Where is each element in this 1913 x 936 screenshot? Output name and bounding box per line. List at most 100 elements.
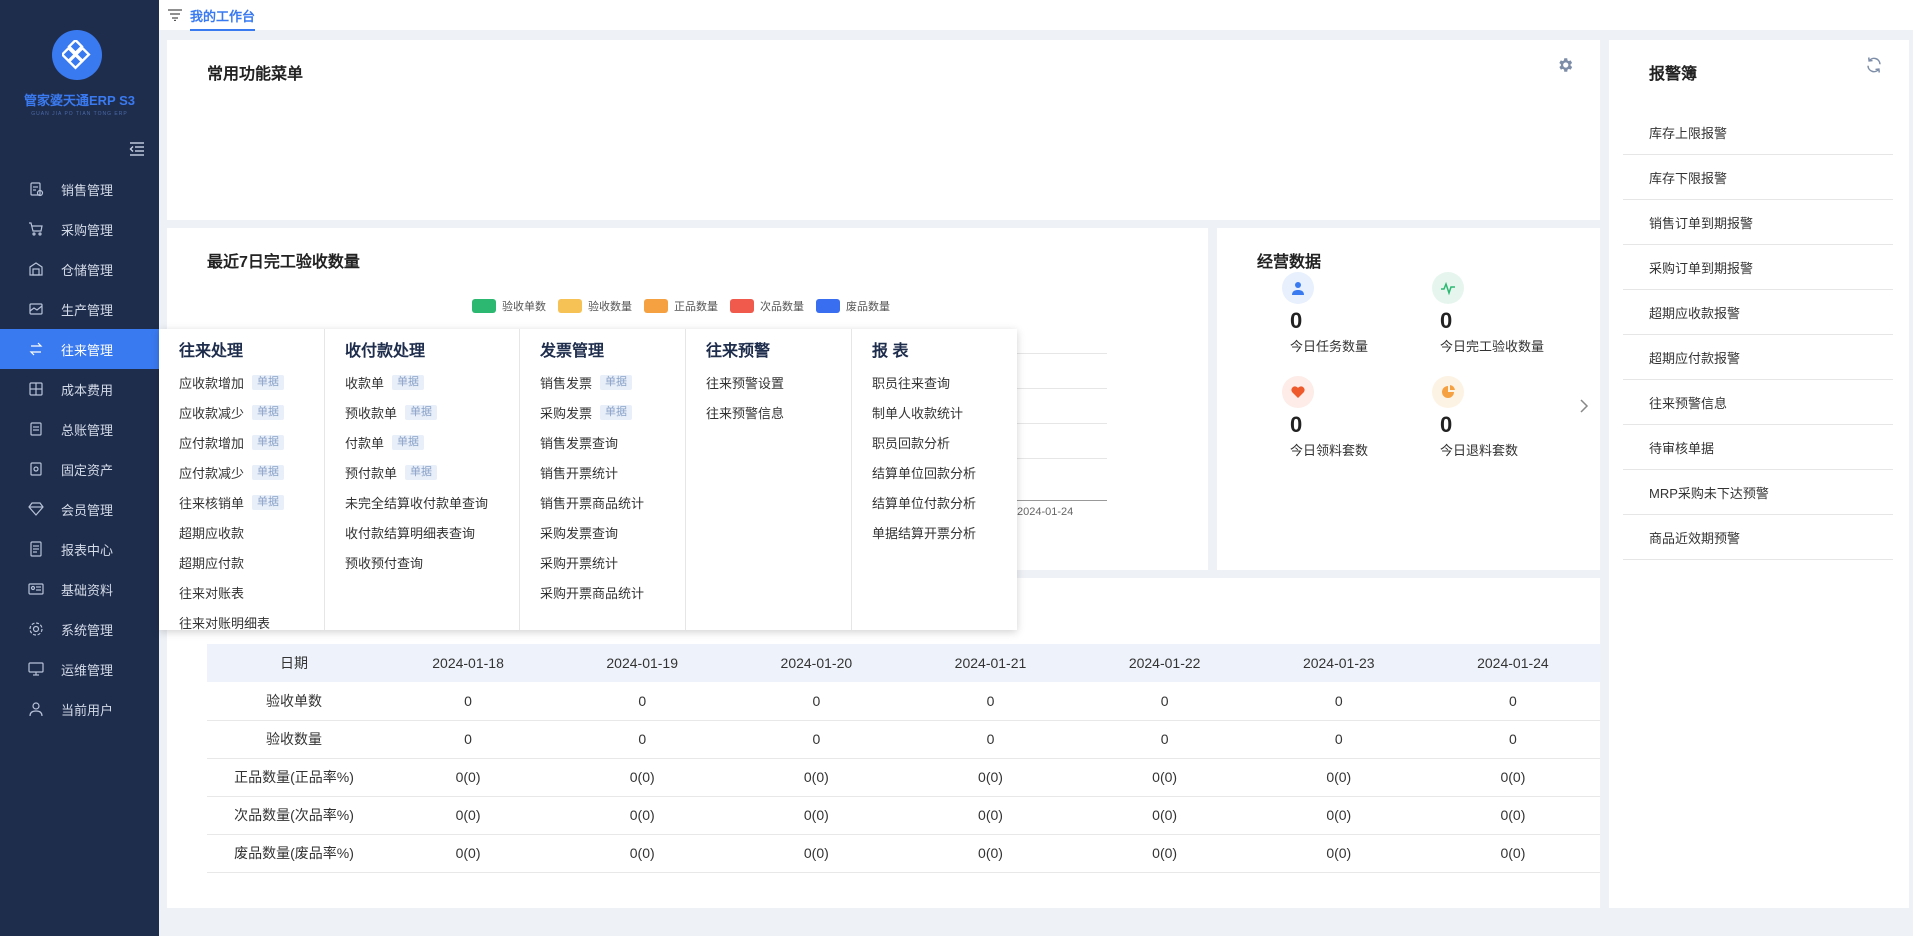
dropdown-menu-item[interactable]: 采购开票统计 <box>540 547 685 577</box>
table-row: 正品数量(正品率%) 0(0) 0(0) 0(0) 0(0) 0(0) 0(0) 0(0) <box>207 758 1600 797</box>
alarm-item[interactable]: MRP采购未下达预警 <box>1623 470 1893 515</box>
sidebar-item-ledger[interactable]: 总账管理 <box>0 409 159 449</box>
menu-item-label: 付款单 <box>345 435 385 451</box>
filter-icon[interactable] <box>168 9 182 21</box>
dropdown-menu-item[interactable]: 采购发票 单据 <box>540 397 685 427</box>
table-cell: 验收单数 <box>207 682 381 721</box>
dropdown-menu-item[interactable]: 付款单 单据 <box>345 427 519 457</box>
alarm-item[interactable]: 待审核单据 <box>1623 425 1893 470</box>
sidebar-item-report[interactable]: 报表中心 <box>0 529 159 569</box>
chart-gridline <box>1007 353 1107 354</box>
app-subtitle: GUAN JIA PO TIAN TONG ERP <box>31 111 128 117</box>
dropdown-column-title: 发票管理 <box>540 343 605 360</box>
dropdown-menu-item[interactable]: 制单人收款统计 <box>872 397 1017 427</box>
dropdown-menu-item[interactable]: 应付款减少 单据 <box>179 457 324 487</box>
menu-item-label: 制单人收款统计 <box>872 405 964 421</box>
menu-item-label: 超期应收款 <box>179 525 245 541</box>
table-cell: 0(0) <box>1425 758 1600 797</box>
alarm-item[interactable]: 往来预警信息 <box>1623 380 1893 425</box>
dropdown-menu-item[interactable]: 往来核销单 单据 <box>179 487 324 517</box>
sidebar-item-label: 会员管理 <box>61 502 114 518</box>
dropdown-menu-item[interactable]: 结算单位回款分析 <box>872 457 1017 487</box>
dropdown-menu-item[interactable]: 应收款减少 单据 <box>179 397 324 427</box>
sidebar-item-production[interactable]: 生产管理 <box>0 289 159 329</box>
legend-item[interactable]: 废品数量 <box>816 298 890 314</box>
sidebar-item-sales[interactable]: 销售管理 <box>0 169 159 209</box>
menu-collapse-icon[interactable] <box>128 140 146 158</box>
sidebar-item-exchange[interactable]: 往来管理 <box>0 329 159 369</box>
alarm-item[interactable]: 超期应收款报警 <box>1623 290 1893 335</box>
dropdown-menu-item[interactable]: 往来对账明细表 <box>179 607 324 637</box>
dropdown-menu-item[interactable]: 销售开票统计 <box>540 457 685 487</box>
dropdown-menu-item[interactable]: 销售开票商品统计 <box>540 487 685 517</box>
dropdown-menu-item[interactable]: 采购开票商品统计 <box>540 577 685 607</box>
sidebar-item-user[interactable]: 当前用户 <box>0 689 159 729</box>
doc-badge: 单据 <box>252 404 285 420</box>
dropdown-menu-item[interactable]: 未完全结算收付款单查询 <box>345 487 519 517</box>
stat-label: 今日任务数量 <box>1290 339 1369 354</box>
stat-label: 今日退料套数 <box>1440 443 1519 458</box>
dropdown-menu-item[interactable]: 销售发票 单据 <box>540 367 685 397</box>
table-cell: 0(0) <box>1251 758 1426 797</box>
sidebar-item-asset[interactable]: 固定资产 <box>0 449 159 489</box>
alarm-item[interactable]: 采购订单到期报警 <box>1623 245 1893 290</box>
dropdown-menu-item[interactable]: 预收款单 单据 <box>345 397 519 427</box>
stat-value: 0 <box>1440 308 1453 333</box>
refresh-icon[interactable] <box>1865 56 1883 74</box>
sidebar-item-cart[interactable]: 采购管理 <box>0 209 159 249</box>
alarm-item[interactable]: 库存下限报警 <box>1623 155 1893 200</box>
chevron-right-icon[interactable] <box>1578 398 1590 414</box>
legend-label: 废品数量 <box>846 301 890 313</box>
dropdown-menu-item[interactable]: 预付款单 单据 <box>345 457 519 487</box>
dropdown-menu-item[interactable]: 超期应付款 <box>179 547 324 577</box>
sidebar-item-monitor[interactable]: 运维管理 <box>0 649 159 689</box>
dropdown-column: 收付款处理 收款单 单据 预收款单 单据 付款单 单据 预付款单 单据 未完全结算收付款单查询 收付… <box>325 329 520 630</box>
gear-icon[interactable] <box>1556 56 1574 74</box>
dropdown-menu-item[interactable]: 结算单位付款分析 <box>872 487 1017 517</box>
dropdown-menu-item[interactable]: 收付款结算明细表查询 <box>345 517 519 547</box>
legend-item[interactable]: 次品数量 <box>730 298 804 314</box>
alarm-item[interactable]: 超期应付款报警 <box>1623 335 1893 380</box>
sidebar-item-cost[interactable]: 成本费用 <box>0 369 159 409</box>
dropdown-menu-item[interactable]: 采购发票查询 <box>540 517 685 547</box>
common-functions-panel: 常用功能菜单 <box>167 40 1600 220</box>
legend-item[interactable]: 验收数量 <box>558 298 632 314</box>
stat-card: 0 今日退料套数 <box>1432 376 1582 459</box>
dropdown-menu-item[interactable]: 销售发票查询 <box>540 427 685 457</box>
table-row: 验收数量 0 0 0 0 0 0 0 <box>207 720 1600 759</box>
table-row: 次品数量(次品率%) 0(0) 0(0) 0(0) 0(0) 0(0) 0(0) 0(0) <box>207 796 1600 835</box>
dropdown-menu-item[interactable]: 应付款增加 单据 <box>179 427 324 457</box>
asset-icon <box>30 462 42 476</box>
alarm-item[interactable]: 销售订单到期报警 <box>1623 200 1893 245</box>
dropdown-menu-item[interactable]: 应收款增加 单据 <box>179 367 324 397</box>
sidebar-item-diamond[interactable]: 会员管理 <box>0 489 159 529</box>
table-row: 废品数量(废品率%) 0(0) 0(0) 0(0) 0(0) 0(0) 0(0) 0(0) <box>207 834 1600 873</box>
menu-item-label: 预付款单 <box>345 465 398 481</box>
table-cell: 0 <box>729 682 904 721</box>
table-cell: 0(0) <box>1077 796 1252 835</box>
dropdown-menu-item[interactable]: 职员回款分析 <box>872 427 1017 457</box>
dropdown-menu-item[interactable]: 往来对账表 <box>179 577 324 607</box>
legend-item[interactable]: 验收单数 <box>472 298 546 314</box>
tab-my-workbench[interactable]: 我的工作台 <box>190 6 256 31</box>
legend-item[interactable]: 正品数量 <box>644 298 718 314</box>
dropdown-column: 发票管理销售发票 单据 采购发票 单据 销售发票查询 销售开票统计 销售开票商品统计 采购发票… <box>520 329 686 630</box>
dropdown-menu-item[interactable]: 收款单 单据 <box>345 367 519 397</box>
dropdown-menu-item[interactable]: 预收预付查询 <box>345 547 519 577</box>
sidebar-nav: 销售管理 采购管理 仓储管理 生产管理 往来管理 成本费用 总账管理 固定资产会员管理报表中心… <box>0 169 159 729</box>
dropdown-menu-item[interactable]: 单据结算开票分析 <box>872 517 1017 547</box>
alarm-item[interactable]: 商品近效期预警 <box>1623 515 1893 560</box>
dropdown-menu-item[interactable]: 职员往来查询 <box>872 367 1017 397</box>
sidebar-item-profile-card[interactable]: 基础资料 <box>0 569 159 609</box>
dropdown-menu-item[interactable]: 超期应收款 <box>179 517 324 547</box>
table-cell: 正品数量(正品率%) <box>207 758 381 797</box>
table-cell: 0 <box>1425 682 1600 721</box>
heart-icon <box>1282 376 1314 408</box>
alarm-item[interactable]: 库存上限报警 <box>1623 110 1893 155</box>
sidebar-item-warehouse[interactable]: 仓储管理 <box>0 249 159 289</box>
logo: 管家婆天通ERP S3 GUAN JIA PO TIAN TONG ERP <box>0 0 159 130</box>
sidebar-item-gear[interactable]: 系统管理 <box>0 609 159 649</box>
dropdown-menu-item[interactable]: 往来预警设置 <box>706 367 851 397</box>
table-cell: 0(0) <box>1251 834 1426 873</box>
dropdown-menu-item[interactable]: 往来预警信息 <box>706 397 851 427</box>
